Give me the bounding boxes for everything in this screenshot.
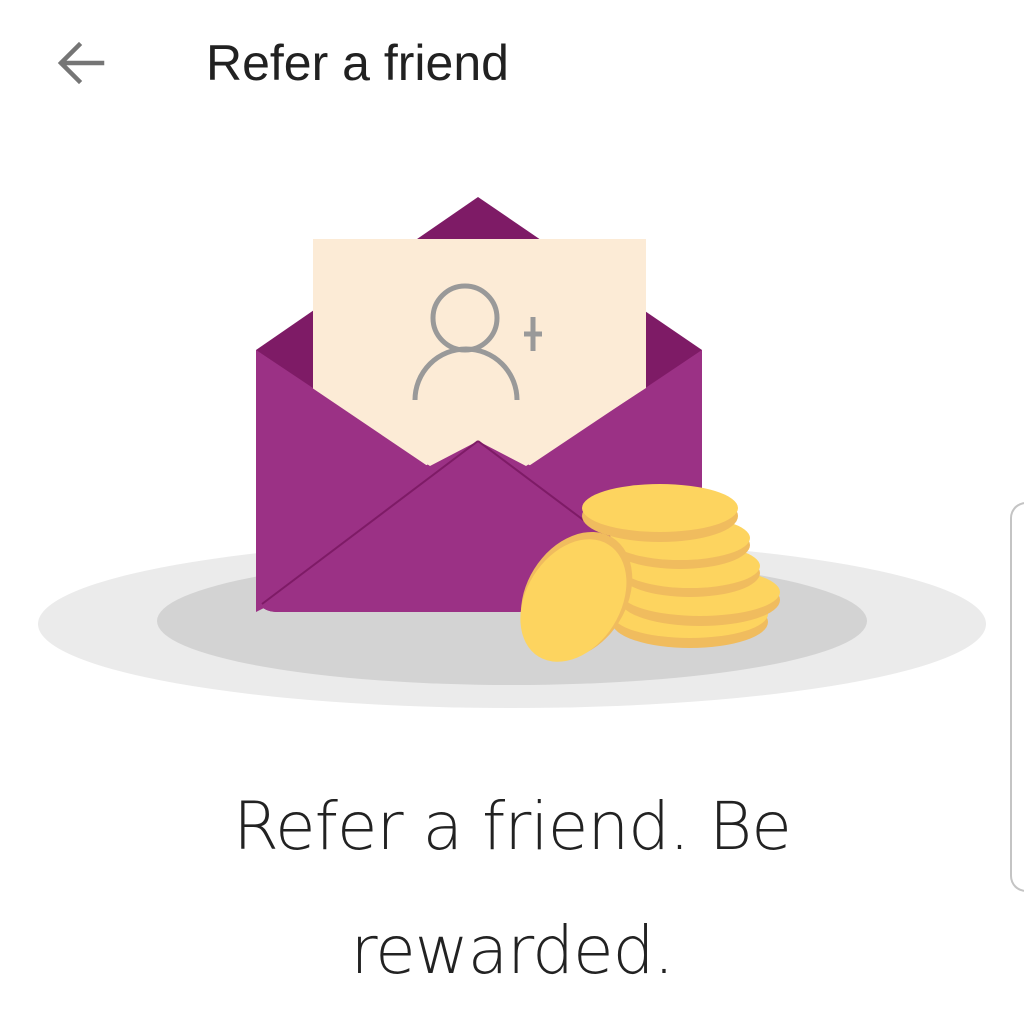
envelope-coins-illustration <box>38 197 986 708</box>
referral-illustration <box>0 150 1024 730</box>
headline-line-2: rewarded. <box>350 912 674 989</box>
back-button[interactable] <box>48 30 114 96</box>
page-title: Refer a friend <box>206 35 509 91</box>
referral-headline: Refer a friend. Be rewarded. <box>0 765 1024 1013</box>
app-bar: Refer a friend <box>0 0 1024 130</box>
headline-line-1: Refer a friend. Be <box>233 788 792 865</box>
edge-panel-handle[interactable] <box>1010 502 1024 892</box>
arrow-left-icon <box>57 41 105 85</box>
